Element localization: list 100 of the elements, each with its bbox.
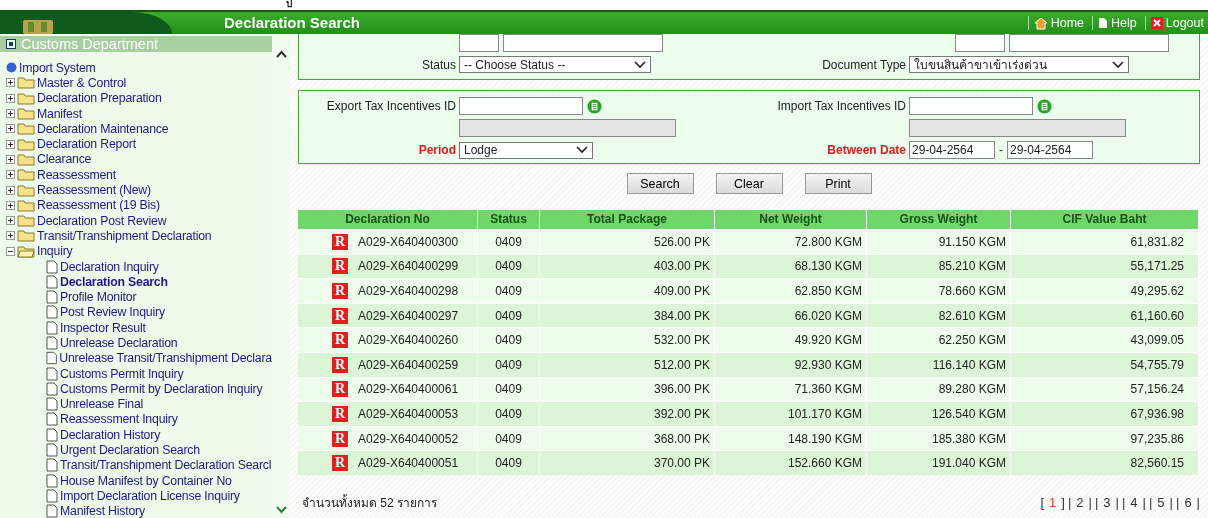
table-cell: 0409 [495, 308, 522, 323]
tree-item[interactable]: Declaration History [60, 427, 161, 442]
expand-icon[interactable] [6, 231, 15, 241]
tree-item[interactable]: Reassessment Inquiry [60, 412, 178, 427]
expand-icon[interactable] [6, 216, 15, 226]
column-header: Declaration No [298, 210, 478, 229]
form-button[interactable]: Print [804, 173, 872, 194]
lookup-icon[interactable] [1037, 98, 1052, 114]
tree-item[interactable]: Reassessment (19 Bis) [37, 198, 160, 213]
text-fragment: ป [286, 0, 292, 10]
document-icon [46, 397, 58, 412]
table-cell[interactable]: A029-X640400259 [358, 357, 459, 372]
expand-icon[interactable] [6, 78, 15, 88]
document-icon [46, 381, 58, 396]
tree-item[interactable]: Master & Control [37, 75, 127, 90]
table-cell: 54,755.79 [1130, 357, 1184, 372]
table-cell: 152.660 KGM [787, 456, 862, 471]
header-link[interactable]: Logout [1144, 16, 1204, 30]
expand-icon[interactable] [6, 93, 15, 103]
table-cell: 0409 [495, 333, 522, 348]
folder-icon [17, 107, 35, 121]
table-cell: 57,156.24 [1130, 382, 1184, 397]
tree-item[interactable]: Import System [19, 60, 96, 75]
tree-item[interactable]: Declaration Search [60, 274, 168, 289]
tree-item[interactable]: Declaration Maintenance [37, 121, 169, 136]
close-icon [1150, 17, 1163, 29]
table-cell[interactable]: A029-X640400061 [358, 382, 459, 397]
period-select[interactable]: Lodge [459, 141, 593, 159]
table-cell: 409.00 PK [653, 284, 710, 298]
tree-item[interactable]: Manifest [37, 106, 82, 121]
input-field[interactable] [459, 97, 583, 115]
page-link[interactable]: 5 [1155, 494, 1167, 510]
expand-icon[interactable] [6, 124, 15, 134]
document-icon [46, 458, 58, 473]
tree-item[interactable]: Unrelease Declaration [60, 336, 178, 350]
pager-bracket: | [1094, 494, 1099, 510]
pin-icon [6, 39, 16, 49]
table-cell: 392.00 PK [653, 406, 710, 421]
page-link[interactable]: 4 [1128, 494, 1140, 510]
status-badge: R [332, 455, 348, 472]
tree-item[interactable]: Manifest History [60, 504, 145, 518]
tree-item[interactable]: Transit/Transhipment Declaration Searcl [60, 458, 272, 473]
expand-icon[interactable] [6, 109, 15, 119]
tree-item[interactable]: Inspector Result [60, 320, 146, 335]
page-link[interactable]: 3 [1101, 494, 1113, 510]
input-field[interactable] [909, 97, 1033, 115]
expand-icon[interactable] [6, 139, 15, 149]
table-cell[interactable]: A029-X640400297 [358, 308, 459, 323]
input-field[interactable] [459, 34, 499, 52]
form-button[interactable]: Search [626, 173, 694, 194]
scroll-down-icon[interactable] [275, 506, 287, 514]
tree-item[interactable]: Declaration Report [37, 137, 136, 152]
form-button[interactable]: Clear [715, 173, 783, 194]
lookup-icon[interactable] [587, 98, 602, 114]
input-field[interactable] [503, 34, 663, 52]
tree-item[interactable]: Declaration Preparation [37, 91, 162, 106]
tree-item[interactable]: House Manifest by Container No [60, 473, 232, 488]
table-cell[interactable]: A029-X640400051 [358, 456, 459, 471]
table-cell[interactable]: A029-X640400299 [358, 259, 459, 274]
tree-item[interactable]: Profile Monitor [60, 290, 137, 305]
document-icon [46, 320, 58, 335]
expand-icon[interactable] [6, 170, 15, 180]
tree-item[interactable]: Customs Permit Inquiry [60, 366, 184, 381]
table-cell[interactable]: A029-X640400298 [358, 284, 459, 298]
page-link[interactable]: 6 [1182, 494, 1194, 510]
logo-icon [22, 20, 54, 34]
table-cell[interactable]: A029-X640400300 [358, 234, 459, 249]
input-field[interactable] [1009, 34, 1169, 52]
table-cell: 126.540 KGM [931, 406, 1006, 421]
page-link[interactable]: 1 [1047, 494, 1059, 510]
table-cell[interactable]: A029-X640400260 [358, 333, 459, 348]
date-field[interactable]: 29-04-2564 [1007, 141, 1093, 159]
tree-item[interactable]: Urgent Declaration Search [60, 443, 200, 458]
tree-item[interactable]: Clearance [37, 152, 92, 167]
expand-icon[interactable] [6, 154, 15, 164]
scroll-up-icon[interactable] [275, 50, 287, 58]
tree-item[interactable]: Declaration Inquiry [60, 259, 159, 274]
tree-item[interactable]: Customs Permit by Declaration Inquiry [60, 381, 263, 396]
table-cell: 0409 [495, 382, 522, 397]
status-select[interactable]: -- Choose Status -- [459, 56, 651, 73]
tree-item[interactable]: Unrelease Transit/Transhipment Declara [59, 351, 272, 366]
tree-item[interactable]: Unrelease Final [60, 397, 144, 412]
date-field[interactable]: 29-04-2564 [909, 141, 995, 159]
document-type-select[interactable]: ใบขนสินค้าขาเข้าเร่งด่วน [909, 56, 1129, 73]
folder-icon [17, 76, 35, 90]
tree-item[interactable]: Import Declaration License Inquiry [60, 488, 240, 503]
expand-icon[interactable] [6, 185, 15, 195]
input-field[interactable] [955, 34, 1005, 52]
page-link[interactable]: 2 [1074, 494, 1086, 510]
table-cell[interactable]: A029-X640400053 [358, 406, 459, 421]
tree-item[interactable]: Inquiry [37, 244, 73, 259]
table-cell[interactable]: A029-X640400052 [358, 431, 459, 446]
tree-item[interactable]: Transit/Transhipment Declaration [37, 228, 212, 243]
tree-item[interactable]: Reassessment [37, 167, 116, 182]
expand-icon[interactable] [6, 200, 15, 210]
tree-item[interactable]: Post Review Inquiry [60, 305, 165, 320]
collapse-icon[interactable] [6, 246, 15, 256]
tree-item[interactable]: Reassessment (New) [37, 183, 151, 197]
tree-item[interactable]: Declaration Post Review [37, 213, 167, 228]
table-cell: 0409 [495, 406, 522, 421]
